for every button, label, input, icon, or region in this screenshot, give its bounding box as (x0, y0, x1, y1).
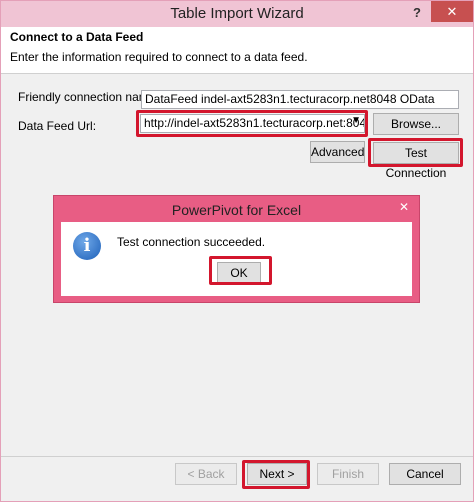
advanced-button[interactable]: Advanced (310, 141, 365, 163)
friendly-name-input[interactable]: DataFeed indel-axt5283n1.tecturacorp.net… (141, 90, 459, 109)
friendly-name-label: Friendly connection name: (18, 90, 159, 104)
footer-divider (1, 456, 473, 457)
info-icon: i (73, 232, 101, 260)
url-highlight-box (136, 110, 368, 137)
data-feed-url-label: Data Feed Url: (18, 119, 97, 133)
window-title: Table Import Wizard (170, 5, 304, 22)
browse-button[interactable]: Browse... (373, 113, 459, 135)
close-button[interactable]: ✕ (431, 1, 473, 22)
dialog-title: PowerPivot for Excel (171, 202, 302, 218)
table-import-wizard-window: Table Import Wizard ? ✕ Connect to a Dat… (0, 0, 474, 502)
cancel-button[interactable]: Cancel (389, 463, 461, 485)
title-bar: Table Import Wizard ? ✕ (1, 1, 473, 27)
dialog-body: i Test connection succeeded. OK (61, 222, 412, 296)
header-panel: Connect to a Data Feed Enter the informa… (1, 27, 473, 74)
dialog-close-button[interactable]: ✕ (391, 199, 417, 215)
test-connection-highlight-box (368, 138, 463, 167)
ok-highlight-box (209, 256, 272, 285)
finish-button[interactable]: Finish (317, 463, 379, 485)
help-button[interactable]: ? (407, 3, 427, 23)
next-highlight-box (242, 460, 310, 489)
page-description: Enter the information required to connec… (10, 50, 308, 64)
powerpivot-dialog: PowerPivot for Excel ✕ i Test connection… (53, 195, 420, 303)
page-title: Connect to a Data Feed (10, 30, 144, 44)
dialog-message: Test connection succeeded. (117, 235, 266, 249)
back-button[interactable]: < Back (175, 463, 237, 485)
